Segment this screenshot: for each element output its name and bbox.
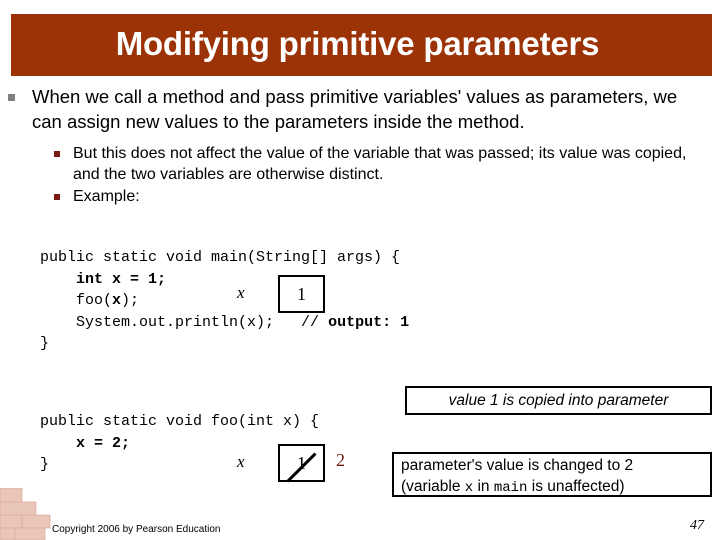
square-bullet-darkred-icon (54, 151, 60, 157)
callout-value-changed-line2: (variable x in main is unaffected) (401, 476, 703, 499)
code-block-main: public static void main(String[] args) {… (40, 249, 410, 352)
slide-title-bar: Modifying primitive parameters (11, 14, 712, 76)
bullet-level2-text: Example: (73, 188, 140, 205)
bullet-level2-item: Example: (54, 186, 698, 207)
square-bullet-gray-icon (8, 94, 15, 101)
decorative-stair-blocks (0, 488, 51, 540)
variable-value-main: 1 (297, 283, 306, 304)
bullet-level2-group: But this does not affect the value of th… (0, 143, 720, 207)
bullet-level2-text: But this does not affect the value of th… (73, 145, 687, 183)
callout-line2-prefix: (variable (401, 478, 465, 495)
callout-line2-method: main (493, 480, 528, 496)
callout-line2-suffix: is unaffected) (527, 478, 625, 495)
variable-label-foo: x (237, 452, 245, 471)
callout-line2-var: x (464, 480, 474, 496)
variable-box-main: 1 (278, 275, 325, 313)
variable-new-value-foo: 2 (336, 450, 345, 470)
variable-value-foo: 1 (297, 452, 306, 473)
callout-line2-mid: in (473, 478, 494, 495)
slide-body: When we call a method and pass primitive… (0, 84, 720, 208)
callout-value-copied-text: value 1 is copied into parameter (448, 391, 669, 409)
page-title: Modifying primitive parameters (115, 25, 600, 63)
callout-value-copied: value 1 is copied into parameter (405, 386, 712, 415)
page-number: 47 (690, 518, 704, 533)
variable-label-main: x (237, 283, 245, 302)
footer-copyright: Copyright 2006 by Pearson Education (52, 524, 221, 535)
variable-box-foo: 1 (278, 444, 325, 482)
bullet-level1: When we call a method and pass primitive… (0, 84, 720, 134)
bullet-level2-item: But this does not affect the value of th… (54, 143, 698, 185)
callout-value-changed: parameter's value is changed to 2 (varia… (392, 452, 712, 497)
square-bullet-darkred-icon (54, 194, 60, 200)
callout-value-changed-line1: parameter's value is changed to 2 (401, 457, 634, 474)
bullet-level1-text: When we call a method and pass primitive… (32, 86, 678, 132)
